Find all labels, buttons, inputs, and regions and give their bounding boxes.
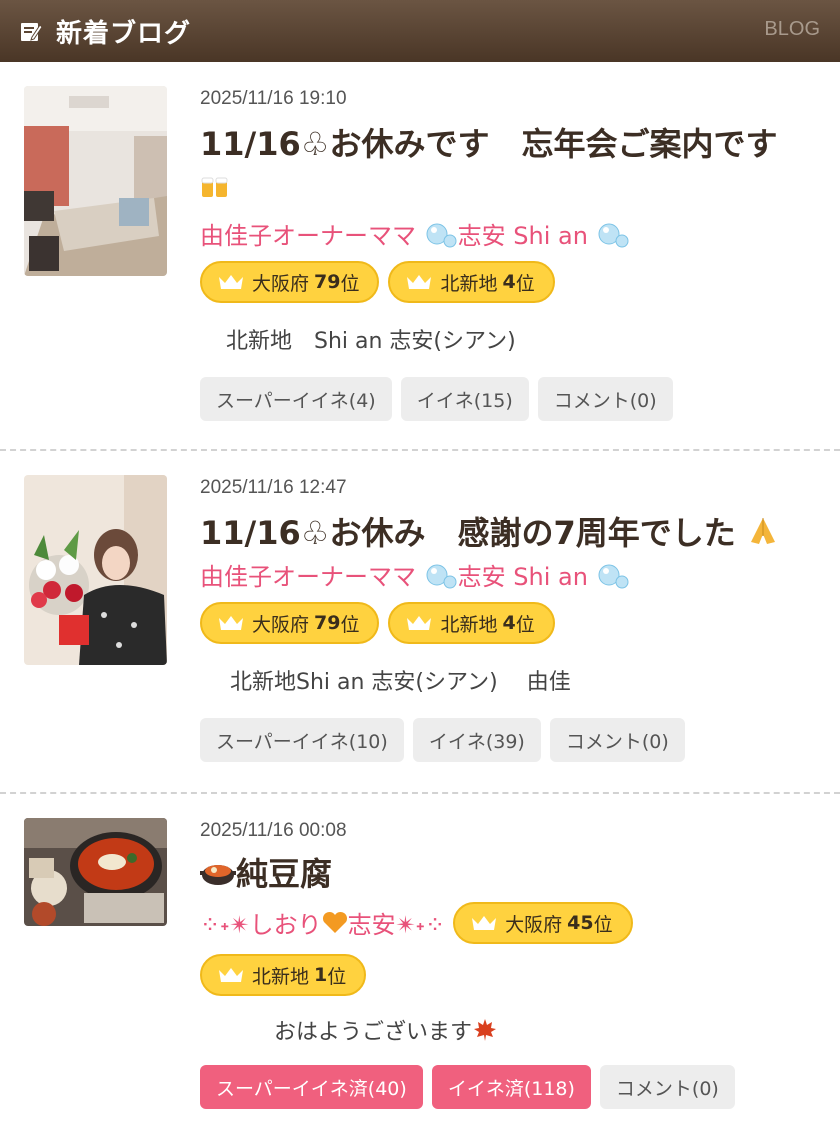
super-like-button[interactable]: スーパーイイネ済(40) — [200, 1065, 423, 1109]
rank-suffix: 位 — [340, 613, 360, 636]
crown-icon — [219, 968, 243, 982]
maple-leaf-icon — [472, 1017, 498, 1049]
author-name: ⁘˖✴︎しおり — [200, 911, 322, 939]
rank-suffix: 位 — [515, 272, 535, 295]
shop-name: 志安✴︎˖⁘ — [347, 911, 446, 939]
like-button[interactable]: イイネ済(118) — [431, 1065, 591, 1109]
like-button[interactable]: イイネ(15) — [400, 377, 529, 421]
comment-button[interactable]: コメント(0) — [537, 377, 673, 421]
like-button[interactable]: イイネ(39) — [412, 718, 541, 762]
pot-icon — [200, 854, 236, 898]
author-name: 由佳子オーナーママ — [200, 222, 416, 250]
rank-number: 79 — [314, 271, 341, 293]
bubbles-icon — [596, 219, 630, 255]
author-name: 由佳子オーナーママ — [200, 563, 416, 591]
rank-badge-osaka[interactable]: 大阪府 45 位 — [453, 902, 633, 944]
pray-icon — [747, 513, 779, 557]
rank-number: 4 — [502, 612, 516, 634]
shop-name: 志安 Shi an — [457, 563, 588, 591]
rank-badge-kitashinchi[interactable]: 北新地 4 位 — [388, 602, 555, 644]
crown-icon — [219, 616, 243, 630]
blog-header: 新着ブログ BLOG — [0, 0, 840, 62]
rank-badge-kitashinchi[interactable]: 北新地 4 位 — [388, 261, 555, 303]
author-link[interactable]: ⁘˖✴︎しおり 志安✴︎˖⁘ — [200, 905, 445, 941]
blog-link[interactable]: BLOG — [764, 18, 820, 41]
post-excerpt: 北新地Shi an 志安(シアン) 由佳 — [230, 670, 571, 695]
edit-icon — [20, 20, 42, 42]
comment-button[interactable]: コメント(0) — [549, 718, 685, 762]
bubbles-icon — [424, 560, 458, 596]
blog-post[interactable]: 2025/11/16 19:10 11/16♧お休みです 忘年会ご案内です 由佳… — [0, 62, 840, 451]
rank-number: 4 — [502, 271, 516, 293]
beer-icon — [200, 168, 230, 212]
rank-suffix: 位 — [327, 965, 347, 988]
super-like-button[interactable]: スーパーイイネ(10) — [200, 718, 404, 762]
crown-icon — [407, 275, 432, 289]
rank-region: 大阪府 — [252, 272, 310, 295]
rank-badge-osaka[interactable]: 大阪府 79 位 — [200, 261, 380, 303]
post-date: 2025/11/16 00:08 — [200, 820, 347, 841]
post-date: 2025/11/16 12:47 — [200, 477, 347, 498]
post-title[interactable]: 11/16♧お休み 感謝の7周年でした — [200, 511, 820, 557]
author-link[interactable]: 由佳子オーナーママ 志安 Shi an — [200, 557, 820, 596]
rank-badge-kitashinchi[interactable]: 北新地 1 位 — [200, 954, 367, 996]
rank-number: 79 — [314, 612, 341, 634]
rank-region: 大阪府 — [505, 913, 563, 936]
post-title[interactable]: 11/16♧お休みです 忘年会ご案内です — [200, 122, 820, 212]
excerpt-text: おはようございます — [274, 1020, 473, 1045]
rank-suffix: 位 — [593, 913, 613, 936]
post-thumbnail[interactable] — [24, 818, 167, 926]
post-title[interactable]: 純豆腐 — [200, 852, 820, 898]
bubbles-icon — [424, 219, 458, 255]
comment-button[interactable]: コメント(0) — [599, 1065, 735, 1109]
post-thumbnail[interactable] — [24, 86, 167, 276]
heart-icon — [322, 911, 348, 941]
post-date: 2025/11/16 19:10 — [200, 88, 347, 109]
shop-name: 志安 Shi an — [457, 222, 588, 250]
post-excerpt: おはようございます — [200, 1014, 820, 1049]
rank-suffix: 位 — [515, 613, 535, 636]
section-title: 新着ブログ — [56, 18, 192, 49]
bubbles-icon — [596, 560, 630, 596]
super-like-button[interactable]: スーパーイイネ(4) — [200, 377, 392, 421]
blog-post[interactable]: 2025/11/16 12:47 11/16♧お休み 感謝の7周年でした 由佳子… — [0, 451, 840, 794]
crown-icon — [219, 275, 243, 289]
rank-number: 1 — [314, 964, 328, 986]
rank-badge-osaka[interactable]: 大阪府 79 位 — [200, 602, 380, 644]
rank-region: 北新地 — [440, 613, 498, 636]
post-excerpt: 北新地 Shi an 志安(シアン) — [226, 329, 516, 354]
rank-number: 45 — [567, 912, 594, 934]
post-title-text: 純豆腐 — [236, 855, 333, 893]
rank-region: 北新地 — [440, 272, 498, 295]
post-title-text: 11/16♧お休み 感謝の7周年でした — [200, 514, 736, 552]
post-title-text: 11/16♧お休みです 忘年会ご案内です — [200, 125, 778, 163]
author-link[interactable]: 由佳子オーナーママ 志安 Shi an — [200, 216, 820, 255]
rank-region: 北新地 — [252, 965, 310, 988]
blog-post[interactable]: 2025/11/16 00:08 純豆腐 ⁘˖✴︎しおり 志安✴︎˖⁘ 大阪府 45… — [0, 794, 840, 1137]
rank-region: 大阪府 — [252, 613, 310, 636]
post-thumbnail[interactable] — [24, 475, 167, 665]
rank-suffix: 位 — [340, 272, 360, 295]
crown-icon — [407, 616, 432, 630]
crown-icon — [472, 916, 497, 930]
